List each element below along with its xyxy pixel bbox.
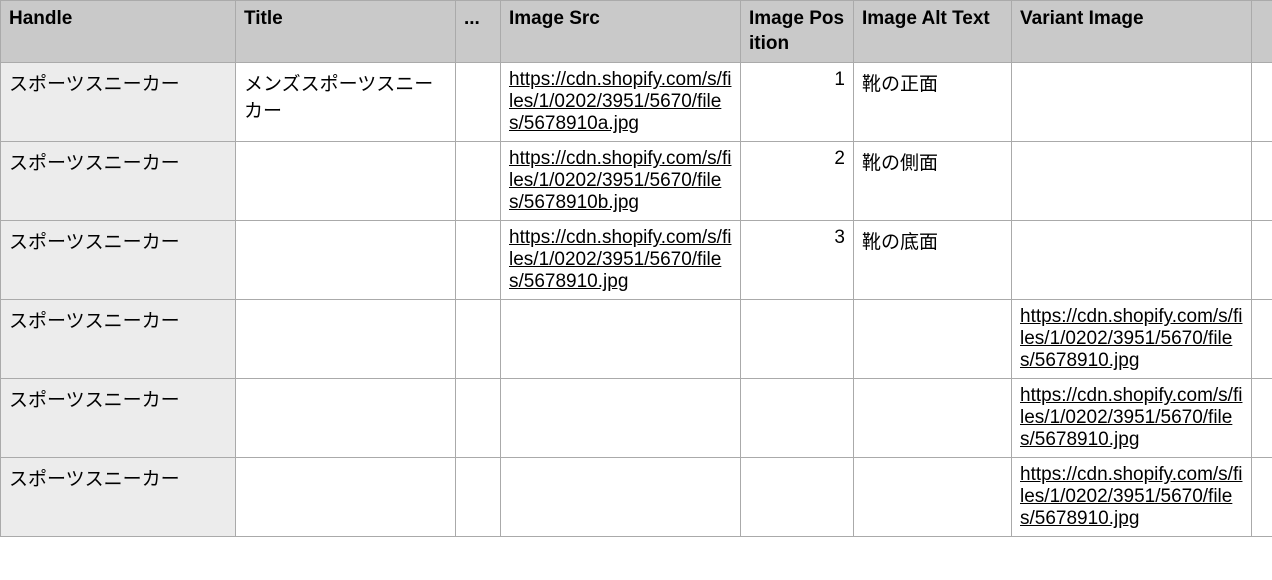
cell-image-position: [741, 458, 854, 537]
cell-image-position: 2: [741, 142, 854, 221]
cell-image-position: [741, 379, 854, 458]
cell-image-position: 3: [741, 221, 854, 300]
cell-image-position: [741, 300, 854, 379]
cell-image-src: https://cdn.shopify.com/s/files/1/0202/3…: [501, 221, 741, 300]
col-variant-image: Variant Image: [1012, 1, 1252, 63]
cell-trailing: [1252, 379, 1272, 458]
cell-ellipsis: [456, 379, 501, 458]
image-src-link[interactable]: https://cdn.shopify.com/s/files/1/0202/3…: [509, 69, 731, 134]
cell-handle: スポーツスニーカー: [1, 63, 236, 142]
cell-handle: スポーツスニーカー: [1, 379, 236, 458]
cell-trailing: [1252, 300, 1272, 379]
cell-variant-image: [1012, 221, 1252, 300]
cell-title: [236, 300, 456, 379]
cell-trailing: [1252, 221, 1272, 300]
cell-ellipsis: [456, 142, 501, 221]
cell-title: メンズスポーツスニーカー: [236, 63, 456, 142]
cell-trailing: [1252, 63, 1272, 142]
cell-handle: スポーツスニーカー: [1, 300, 236, 379]
cell-image-alt: [854, 379, 1012, 458]
cell-ellipsis: [456, 221, 501, 300]
table-header-row: Handle Title ... Image Src Image Positio…: [1, 1, 1272, 63]
col-trailing: [1252, 1, 1272, 63]
cell-image-src: [501, 379, 741, 458]
cell-handle: スポーツスニーカー: [1, 221, 236, 300]
cell-image-src: [501, 458, 741, 537]
cell-image-alt: [854, 300, 1012, 379]
cell-variant-image: [1012, 142, 1252, 221]
variant-image-link[interactable]: https://cdn.shopify.com/s/files/1/0202/3…: [1020, 385, 1242, 450]
table-body: スポーツスニーカー メンズスポーツスニーカー https://cdn.shopi…: [1, 63, 1272, 537]
image-src-link[interactable]: https://cdn.shopify.com/s/files/1/0202/3…: [509, 148, 731, 213]
variant-image-link[interactable]: https://cdn.shopify.com/s/files/1/0202/3…: [1020, 306, 1242, 371]
image-src-link[interactable]: https://cdn.shopify.com/s/files/1/0202/3…: [509, 227, 731, 292]
table-row: スポーツスニーカー https://cdn.shopify.com/s/file…: [1, 379, 1272, 458]
table-row: スポーツスニーカー https://cdn.shopify.com/s/file…: [1, 142, 1272, 221]
table-row: スポーツスニーカー https://cdn.shopify.com/s/file…: [1, 221, 1272, 300]
cell-image-alt: [854, 458, 1012, 537]
cell-title: [236, 379, 456, 458]
cell-image-alt: 靴の正面: [854, 63, 1012, 142]
cell-title: [236, 221, 456, 300]
cell-variant-image: https://cdn.shopify.com/s/files/1/0202/3…: [1012, 300, 1252, 379]
col-title: Title: [236, 1, 456, 63]
table-row: スポーツスニーカー https://cdn.shopify.com/s/file…: [1, 458, 1272, 537]
table-row: スポーツスニーカー メンズスポーツスニーカー https://cdn.shopi…: [1, 63, 1272, 142]
cell-image-src: https://cdn.shopify.com/s/files/1/0202/3…: [501, 63, 741, 142]
cell-trailing: [1252, 458, 1272, 537]
cell-ellipsis: [456, 63, 501, 142]
col-image-src: Image Src: [501, 1, 741, 63]
cell-title: [236, 142, 456, 221]
cell-image-src: https://cdn.shopify.com/s/files/1/0202/3…: [501, 142, 741, 221]
table-row: スポーツスニーカー https://cdn.shopify.com/s/file…: [1, 300, 1272, 379]
cell-ellipsis: [456, 458, 501, 537]
cell-image-position: 1: [741, 63, 854, 142]
cell-variant-image: https://cdn.shopify.com/s/files/1/0202/3…: [1012, 458, 1252, 537]
cell-trailing: [1252, 142, 1272, 221]
cell-ellipsis: [456, 300, 501, 379]
variant-image-link[interactable]: https://cdn.shopify.com/s/files/1/0202/3…: [1020, 464, 1242, 529]
cell-variant-image: https://cdn.shopify.com/s/files/1/0202/3…: [1012, 379, 1252, 458]
col-ellipsis: ...: [456, 1, 501, 63]
cell-image-src: [501, 300, 741, 379]
col-image-alt: Image Alt Text: [854, 1, 1012, 63]
cell-image-alt: 靴の側面: [854, 142, 1012, 221]
cell-handle: スポーツスニーカー: [1, 458, 236, 537]
col-handle: Handle: [1, 1, 236, 63]
cell-handle: スポーツスニーカー: [1, 142, 236, 221]
cell-variant-image: [1012, 63, 1252, 142]
cell-title: [236, 458, 456, 537]
product-image-table: Handle Title ... Image Src Image Positio…: [0, 0, 1272, 537]
cell-image-alt: 靴の底面: [854, 221, 1012, 300]
col-image-position: Image Position: [741, 1, 854, 63]
